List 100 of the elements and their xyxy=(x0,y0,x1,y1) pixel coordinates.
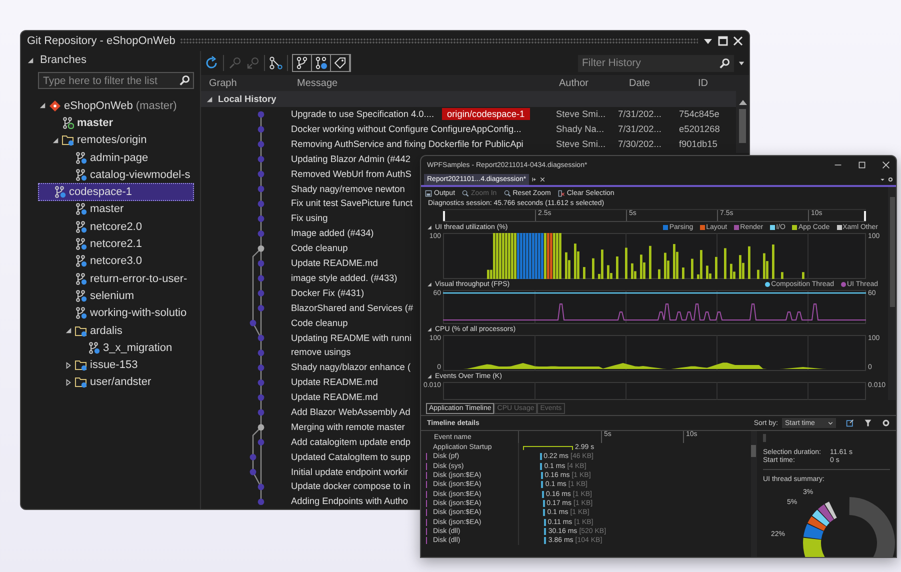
commit-node[interactable] xyxy=(258,438,264,446)
dropdown-icon[interactable] xyxy=(703,36,713,46)
commit-node[interactable] xyxy=(258,408,264,416)
collapse-icon[interactable] xyxy=(427,282,432,287)
commit-node[interactable] xyxy=(258,126,264,132)
commit-node[interactable] xyxy=(250,454,256,460)
expand-icon[interactable] xyxy=(65,378,72,386)
merge-node[interactable] xyxy=(258,245,264,252)
commit-node[interactable] xyxy=(258,156,264,162)
utilization-bar xyxy=(592,258,594,279)
utilization-bar xyxy=(658,269,660,279)
branch-tree-item[interactable]: selenium xyxy=(21,287,194,305)
branch-tree-item[interactable]: ardalis xyxy=(21,322,194,340)
scroll-up-icon[interactable] xyxy=(738,99,746,105)
commit-node[interactable] xyxy=(258,200,264,207)
utilization-bar xyxy=(757,270,760,279)
settings-icon[interactable] xyxy=(882,419,890,427)
branch-name: return-error-to-user- xyxy=(90,272,188,285)
branch-tree-item[interactable]: netcore3.0 xyxy=(21,252,194,270)
commit-node[interactable] xyxy=(258,185,264,192)
close-icon[interactable] xyxy=(733,36,743,46)
scrollbar[interactable] xyxy=(736,75,749,153)
collapse-icon[interactable] xyxy=(206,96,213,102)
column-header[interactable]: Date xyxy=(621,78,690,89)
collapse-icon[interactable] xyxy=(427,374,432,379)
filter-icon[interactable] xyxy=(864,419,872,427)
dropdown-icon[interactable] xyxy=(738,60,745,66)
branch-tree-item[interactable]: return-error-to-user- xyxy=(21,270,194,288)
collapse-icon[interactable] xyxy=(65,327,72,334)
scrollbar-thumb[interactable] xyxy=(739,109,746,143)
utilization-bar xyxy=(748,246,750,279)
commit-node[interactable] xyxy=(258,379,264,386)
commit-node[interactable] xyxy=(258,364,264,371)
column-header[interactable]: Message xyxy=(289,78,551,89)
duration-bar xyxy=(542,500,545,507)
column-header[interactable]: Graph xyxy=(201,78,289,89)
close-icon[interactable] xyxy=(882,161,890,169)
commit-node[interactable] xyxy=(258,260,264,266)
history-filter-field[interactable]: Filter History xyxy=(578,54,734,72)
export-icon[interactable] xyxy=(846,419,854,427)
search-icon[interactable] xyxy=(719,58,730,68)
commit-message: BlazorShared and Services (# xyxy=(290,302,414,313)
commit-node[interactable] xyxy=(258,334,264,341)
commit-message: Add Blazor WebAssembly Ad xyxy=(290,406,410,417)
commit-node[interactable] xyxy=(258,230,264,237)
branch-tree-item[interactable]: admin-page xyxy=(21,148,194,166)
branch-filter-field[interactable]: Type here to filter the list xyxy=(38,72,194,89)
commit-id: e5201268 xyxy=(679,124,720,134)
collapse-icon[interactable] xyxy=(27,56,34,64)
maximize-icon[interactable] xyxy=(718,36,728,46)
branch-tree-item[interactable]: user/andster xyxy=(21,374,194,392)
commit-node[interactable] xyxy=(258,349,264,356)
commit-node[interactable] xyxy=(258,290,264,296)
commit-node[interactable] xyxy=(250,468,256,475)
branch-tree-item[interactable]: master xyxy=(21,200,194,218)
search-icon[interactable] xyxy=(179,75,190,86)
dropdown-icon[interactable] xyxy=(880,177,885,182)
commit-node[interactable] xyxy=(258,215,264,222)
branch-tree-item[interactable]: codespace-1 xyxy=(38,183,194,201)
branch-tree-item[interactable]: 3_x_migration xyxy=(21,339,194,356)
branch-tree-item[interactable]: catalog-viewmodel-s xyxy=(21,166,194,184)
branch-tree-item[interactable]: remotes/origin xyxy=(21,132,194,149)
remote-branch-icon xyxy=(75,203,87,216)
pin-icon[interactable] xyxy=(532,177,538,182)
refresh-icon[interactable] xyxy=(205,56,219,70)
commit-message: Fix unit test SavePicture funct xyxy=(290,198,413,208)
commit-node[interactable] xyxy=(258,394,264,400)
merge-node[interactable] xyxy=(258,424,264,430)
commit-node[interactable] xyxy=(258,110,264,118)
column-header[interactable]: ID xyxy=(690,78,708,89)
branch-tree-item[interactable]: netcore2.0 xyxy=(21,218,194,236)
maximize-icon[interactable] xyxy=(858,161,866,169)
close-icon[interactable] xyxy=(540,177,546,182)
commit-node[interactable] xyxy=(258,274,264,282)
column-header[interactable]: Author xyxy=(551,78,621,89)
commit-node[interactable] xyxy=(258,483,264,490)
collapse-icon[interactable] xyxy=(52,136,59,144)
branch-tree-item[interactable]: working-with-solutio xyxy=(21,304,194,322)
commit-node[interactable] xyxy=(258,140,264,148)
scrollbar[interactable] xyxy=(751,431,757,557)
scrollbar[interactable] xyxy=(888,187,896,400)
settings-icon[interactable] xyxy=(888,177,893,182)
commit-node[interactable] xyxy=(258,498,264,505)
commit-node[interactable] xyxy=(250,320,256,326)
remote-branch-icon xyxy=(75,290,87,302)
commit-node[interactable] xyxy=(258,304,264,312)
expand-icon[interactable] xyxy=(65,362,72,369)
branch-name: codespace-1 xyxy=(69,186,132,198)
branch-graph-icon[interactable] xyxy=(269,56,283,70)
branch-tree-item[interactable]: issue-153 xyxy=(21,356,194,374)
branch-tree-item[interactable]: master xyxy=(21,114,194,132)
branch-tree-item[interactable]: netcore2.1 xyxy=(21,235,194,253)
collapse-icon[interactable] xyxy=(39,102,46,110)
collapse-icon[interactable] xyxy=(427,327,432,332)
folder-icon xyxy=(62,134,74,146)
branch-tree-item[interactable]: eShopOnWeb (master) xyxy=(21,97,194,114)
commit-id: f901db15 xyxy=(679,138,718,149)
collapse-icon[interactable] xyxy=(427,225,432,230)
commit-node[interactable] xyxy=(258,170,264,177)
branch-name: master xyxy=(77,116,114,129)
